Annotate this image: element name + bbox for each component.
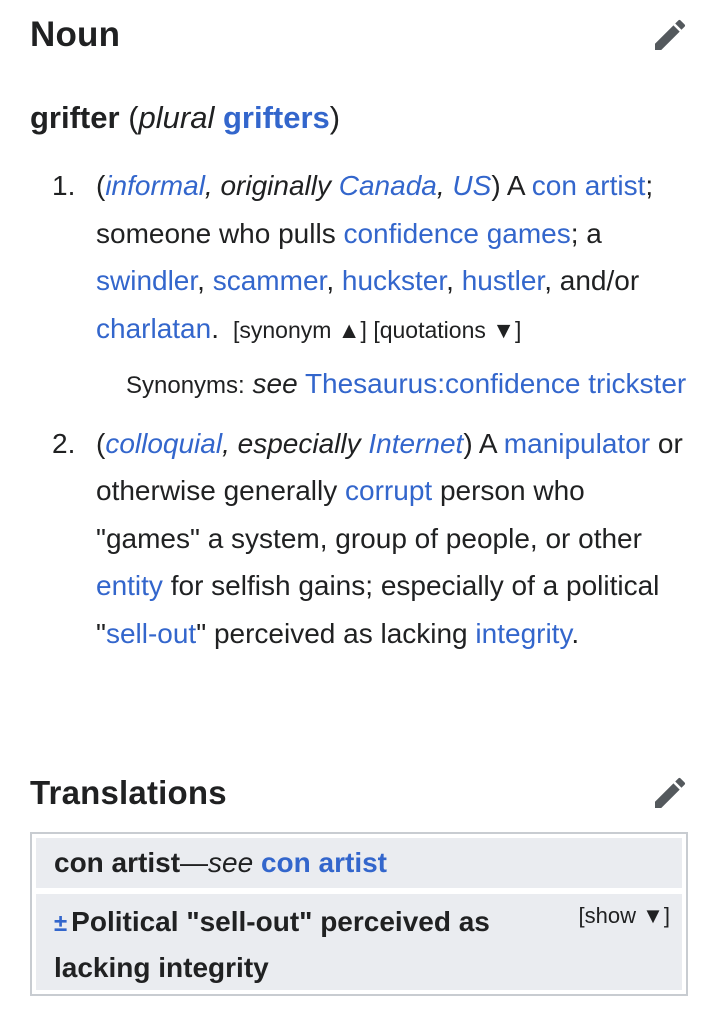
translations-section-header: Translations [30, 770, 692, 816]
headword: grifter [30, 100, 120, 135]
definition-link[interactable]: swindler [96, 265, 197, 296]
definition-text: " perceived as lacking [196, 617, 476, 649]
definition-link[interactable]: hustler [462, 265, 545, 296]
definition-link[interactable]: scammer [213, 265, 327, 296]
definition-link[interactable]: manipulator [504, 428, 650, 459]
headword-open-paren: ( [119, 100, 139, 135]
definition-link[interactable]: colloquial [105, 428, 222, 459]
translation-see: see [208, 847, 254, 878]
definition-text: ) A [463, 427, 504, 459]
sense-definition: (colloquial, especially Internet) A mani… [96, 428, 683, 649]
noun-section-header: Noun [30, 12, 692, 58]
synonyms-see: see [252, 368, 298, 399]
sense-list: 1. (informal, originally Canada, US) A c… [0, 162, 720, 657]
plural-label: plural [138, 100, 215, 135]
quotations-toggle[interactable]: [quotations ▼] [373, 317, 521, 343]
definition-link[interactable]: huckster [342, 265, 446, 296]
definition-text: , [326, 265, 342, 296]
translation-collapsible-row[interactable]: ± Political "sell-out" perceived as lacki… [36, 894, 682, 990]
definition-text: , originally [204, 170, 339, 201]
definition-text: ( [96, 170, 106, 201]
definition-link[interactable]: US [452, 170, 491, 201]
definition-text: , especially [222, 427, 369, 459]
translation-dash: — [180, 847, 209, 878]
definition-text: . [211, 312, 219, 344]
thesaurus-link[interactable]: Thesaurus:confidence trickster [305, 368, 686, 399]
definition-link[interactable]: informal [105, 170, 205, 201]
translations-box: con artist — see con artist ± Political "… [30, 832, 688, 996]
show-translations-toggle[interactable]: [show ▼] [579, 900, 670, 932]
definition-text: , [197, 265, 213, 296]
definition-link[interactable]: sell-out [106, 618, 196, 649]
definition-link[interactable]: charlatan [96, 313, 211, 344]
headword-close-paren: ) [329, 100, 341, 135]
definition-text: ( [96, 427, 106, 459]
definition-text: , [436, 170, 453, 201]
definition-text: . [571, 617, 580, 649]
translation-see-row: con artist — see con artist [36, 838, 682, 888]
edit-translations-button[interactable] [648, 771, 692, 815]
definition-text: ; a [570, 217, 602, 249]
definition-text: , and/or [544, 265, 640, 296]
sense-item: 1. (informal, originally Canada, US) A c… [0, 162, 720, 410]
definition-link[interactable]: integrity [475, 618, 571, 649]
pencil-icon [655, 777, 686, 808]
translation-see-link[interactable]: con artist [261, 847, 387, 878]
synonyms-line: Synonyms: see Thesaurus:confidence trick… [96, 360, 690, 410]
noun-heading: Noun [30, 15, 121, 54]
definition-link[interactable]: corrupt [345, 475, 432, 506]
plus-minus-icon: ± [54, 910, 68, 937]
translation-term: con artist [54, 847, 181, 878]
translation-gloss: Political "sell-out" perceived as lackin… [54, 906, 490, 983]
synonym-toggle[interactable]: [synonym ▲] [233, 317, 367, 343]
definition-link[interactable]: con artist [532, 170, 646, 201]
sense-number: 1. [52, 170, 76, 201]
definition-text: , [446, 265, 462, 296]
translations-heading: Translations [30, 774, 227, 811]
definition-text: ) A [491, 170, 532, 201]
definition-link[interactable]: confidence games [343, 218, 570, 249]
definition-link[interactable]: entity [96, 570, 163, 601]
sense-item: 2. (colloquial, especially Internet) A m… [0, 420, 720, 658]
pencil-icon [655, 19, 686, 50]
headword-line: grifter (plural grifters) [30, 98, 340, 138]
sense-number: 2. [52, 427, 76, 459]
definition-link[interactable]: Internet [368, 428, 463, 459]
definition-link[interactable]: Canada [339, 170, 437, 201]
edit-noun-button[interactable] [648, 13, 692, 57]
plural-form-link[interactable]: grifters [223, 100, 330, 135]
synonyms-label: Synonyms: [126, 372, 245, 399]
